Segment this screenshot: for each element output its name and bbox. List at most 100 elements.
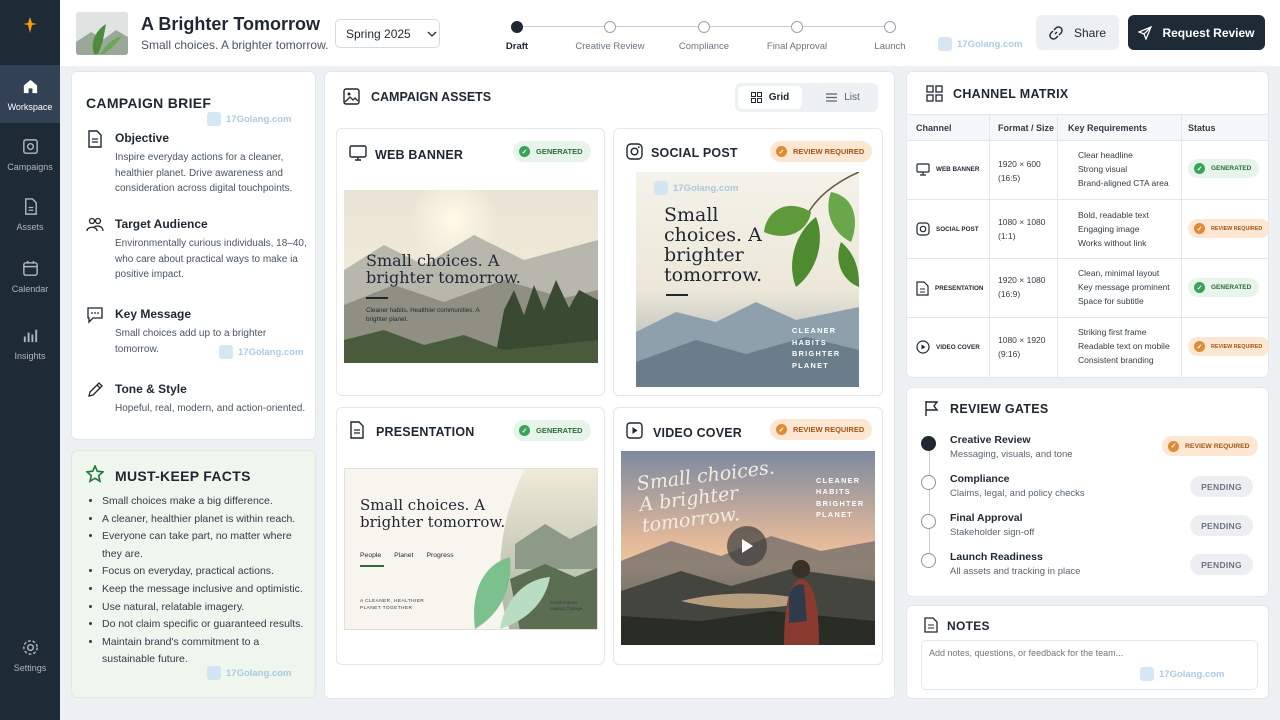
channel-cell: WEB BANNER <box>916 163 979 176</box>
table-row[interactable]: VIDEO COVER 1080 × 1920 (9:16) Striking f… <box>907 318 1268 377</box>
status-badge: ✓ REVIEW REQUIRED <box>1188 219 1268 238</box>
send-icon <box>1138 25 1153 40</box>
home-icon <box>23 79 37 93</box>
req-item: Space for subtitle <box>1078 296 1144 306</box>
tag-line: CLEANER <box>816 476 861 485</box>
channel-matrix-card: CHANNEL MATRIX Channel Format / Size Key… <box>906 71 1269 378</box>
instagram-icon <box>626 143 643 160</box>
facts-list: Small choices make a big difference. A c… <box>86 493 308 669</box>
status-label: GENERATED <box>536 147 583 156</box>
gate-title: Compliance <box>950 473 1010 485</box>
nav-insights[interactable]: Insights <box>0 314 60 372</box>
check-icon: ✓ <box>776 146 787 157</box>
step-final-approval[interactable]: Final Approval <box>757 18 837 52</box>
watermark: 17Golang.com <box>207 112 291 126</box>
monitor-icon <box>916 163 930 176</box>
status-badge: ✓ GENERATED <box>513 420 591 441</box>
asset-presentation[interactable]: PRESENTATION ✓ GENERATED Small choices. A… <box>336 407 605 665</box>
facts-title: MUST-KEEP FACTS <box>115 468 251 484</box>
assets-title: CAMPAIGN ASSETS <box>371 90 492 104</box>
view-grid-label: Grid <box>768 92 790 103</box>
step-label: Launch <box>874 41 906 52</box>
req-item: Readable text on mobile <box>1078 341 1170 351</box>
asset-social-post[interactable]: SOCIAL POST ✓ REVIEW REQUIRED Small choic… <box>613 128 883 396</box>
asset-title: SOCIAL POST <box>651 146 738 160</box>
notes-card: NOTES 17Golang.com <box>906 605 1269 699</box>
list-icon <box>826 93 838 102</box>
review-gates-card: REVIEW GATES Creative Review Messaging, … <box>906 387 1269 597</box>
nav-workspace[interactable]: Workspace <box>0 65 60 123</box>
season-select[interactable]: Spring 2025 <box>335 19 440 48</box>
nav-label: Workspace <box>7 101 53 112</box>
star-icon <box>86 465 104 483</box>
status-badge: ✓ REVIEW REQUIRED <box>1188 337 1268 356</box>
play-button[interactable] <box>727 526 767 566</box>
must-keep-facts-card: MUST-KEEP FACTS Small choices make a big… <box>71 450 316 698</box>
presentation-nav: People Planet Progress <box>360 552 454 559</box>
notes-input[interactable] <box>921 640 1258 690</box>
asset-video-cover[interactable]: VIDEO COVER ✓ REVIEW REQUIRED Small choic… <box>613 407 883 665</box>
watermark: 17Golang.com <box>1140 667 1224 681</box>
nav-campaigns[interactable]: Campaigns <box>0 125 60 183</box>
fact-item: Maintain brand's commitment to a sustain… <box>102 634 308 669</box>
share-label: Share <box>1073 25 1107 40</box>
step-dot <box>698 21 710 33</box>
table-row[interactable]: PRESENTATION 1920 × 1080 (16:9) Clean, mi… <box>907 259 1268 318</box>
status-badge: ✓ REVIEW REQUIRED <box>770 419 873 440</box>
tag-line: HABITS <box>792 337 827 347</box>
monitor-icon <box>349 145 367 161</box>
gate-dot <box>921 436 936 451</box>
fact-item: Do not claim specific or guaranteed resu… <box>102 616 308 634</box>
nav-label: Calendar <box>11 283 49 294</box>
column-header: Key Requirements <box>1068 123 1148 133</box>
play-icon <box>626 422 643 439</box>
step-draft[interactable]: Draft <box>477 18 557 52</box>
requirements-cell: Clear headline Strong visual Brand-aligned… <box>1078 148 1169 190</box>
status-label: REVIEW REQUIRED <box>1185 442 1250 450</box>
gate-dot <box>921 475 936 490</box>
view-list-button[interactable]: List <box>813 86 873 109</box>
presentation-headline: Small choices. A brighter tomorrow. <box>360 496 506 531</box>
table-header: Channel Format / Size Key Requirements S… <box>907 115 1268 141</box>
image-icon <box>343 88 360 105</box>
tag-line: BRIGHTER <box>792 349 841 358</box>
view-grid-button[interactable]: Grid <box>738 86 802 109</box>
fact-item: Use natural, relatable imagery. <box>102 599 308 617</box>
season-value: Spring 2025 <box>346 26 411 41</box>
step-compliance[interactable]: Compliance <box>664 18 744 52</box>
asset-web-banner[interactable]: WEB BANNER ✓ GENERATED Small choices. A b… <box>336 128 605 396</box>
table-row[interactable]: SOCIAL POST 1080 × 1080 (1:1) Bold, reada… <box>907 200 1268 259</box>
nav-assets[interactable]: Assets <box>0 185 60 243</box>
banner-headline: Small choices. A brighter tomorrow. <box>366 251 521 287</box>
asset-title: WEB BANNER <box>375 148 464 162</box>
fact-item: A cleaner, healthier planet is within re… <box>102 511 308 529</box>
brief-item-text: Inspire everyday actions for a cleaner, … <box>115 152 293 194</box>
status-label: GENERATED <box>1211 284 1252 291</box>
request-review-label: Request Review <box>1162 25 1255 40</box>
tag-line: BRIGHTER <box>816 498 865 508</box>
nav-label: Progress <box>426 552 454 559</box>
channel-cell: SOCIAL POST <box>916 222 979 236</box>
step-launch[interactable]: Launch <box>850 18 930 52</box>
divider <box>366 297 388 299</box>
table-row[interactable]: WEB BANNER 1920 × 600 (16:5) Clear headli… <box>907 141 1268 200</box>
play-icon <box>742 539 753 553</box>
request-review-button[interactable]: Request Review <box>1128 15 1265 50</box>
document-icon <box>88 130 102 148</box>
nav-settings[interactable]: Settings <box>0 626 60 684</box>
page-subtitle: Small choices. A brighter tomorrow. <box>141 38 329 52</box>
nav-calendar[interactable]: Calendar <box>0 247 60 305</box>
header: A Brighter Tomorrow Small choices. A bri… <box>60 0 1280 66</box>
audience-icon <box>86 217 104 232</box>
step-creative-review[interactable]: Creative Review <box>570 18 650 52</box>
req-item: Key message prominent <box>1078 282 1170 292</box>
fact-item: Focus on everyday, practical actions. <box>102 563 308 581</box>
logo <box>0 0 60 50</box>
check-icon: ✓ <box>1194 163 1205 174</box>
req-item: Clear headline <box>1078 150 1133 160</box>
campaign-thumbnail <box>76 12 128 55</box>
status-label: REVIEW REQUIRED <box>1211 343 1263 350</box>
status-label: REVIEW REQUIRED <box>793 147 865 156</box>
share-button[interactable]: Share <box>1036 15 1119 50</box>
check-icon: ✓ <box>1194 341 1205 352</box>
